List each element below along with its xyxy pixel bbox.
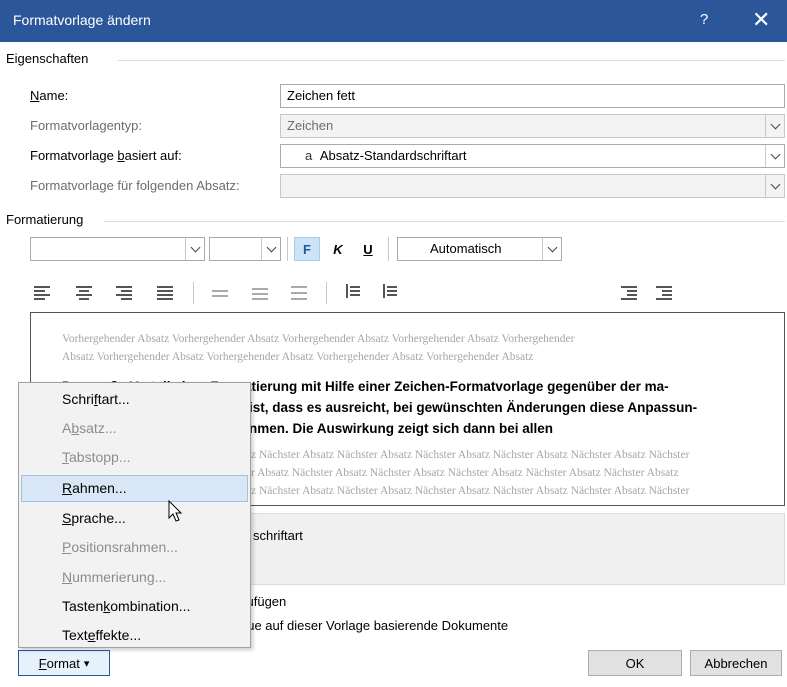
cancel-button[interactable]: Abbrechen <box>690 650 782 676</box>
menu-item-nummerierung[interactable]: Nummerierung... <box>21 564 248 591</box>
format-button-key: F <box>38 655 47 671</box>
preview-previous-line: Absatz Vorhergehender Absatz Vorhergehen… <box>62 351 534 363</box>
name-label-key: N <box>30 88 40 103</box>
format-button-label: ormat <box>46 655 80 671</box>
menu-item-tabstopp[interactable]: Tabstopp... <box>21 444 248 471</box>
dialog-title: Formatvorlage ändern <box>13 12 151 28</box>
menu-item-absatz[interactable]: Absatz... <box>21 415 248 442</box>
underline-button[interactable]: U <box>356 237 380 261</box>
format-menu: Schriftart... Absatz... Tabstopp... Rahm… <box>18 382 251 648</box>
menu-item-texteffekte[interactable]: Texteffekte... <box>21 622 248 649</box>
toolbar-separator <box>193 282 194 304</box>
section-divider <box>104 221 785 222</box>
name-label: Name: <box>30 88 68 103</box>
font-select[interactable] <box>30 237 205 261</box>
chevron-down-icon <box>765 115 784 137</box>
section-divider <box>118 60 785 61</box>
new-docs-option[interactable]: eue auf dieser Vorlage basierende Dokume… <box>240 618 508 633</box>
help-button[interactable]: ? <box>700 11 708 28</box>
based-on-select[interactable]: a Absatz-Standardschriftart <box>280 144 785 168</box>
close-button[interactable]: ✕ <box>752 6 770 34</box>
menu-item-rahmen[interactable]: Rahmen... <box>21 475 248 502</box>
preview-sample-line: ist, dass es ausreicht, bei gewünschten … <box>249 400 698 415</box>
chevron-down-icon <box>261 238 280 260</box>
toolbar-separator <box>326 282 327 304</box>
type-label: Formatvorlagentyp: <box>30 118 142 133</box>
name-label-rest: ame: <box>39 88 69 103</box>
preview-next-line: z Nächster Absatz Nächster Absatz Nächst… <box>251 485 690 497</box>
based-on-value: Absatz-Standardschriftart <box>319 148 467 163</box>
menu-item-tastenkombination[interactable]: Tastenkombination... <box>21 593 248 620</box>
based-on-label: Formatvorlage basiert auf: <box>30 148 182 163</box>
dropdown-arrow-icon: ▾ <box>83 657 90 670</box>
bold-button[interactable]: F <box>294 237 320 261</box>
menu-item-sprache[interactable]: Sprache... <box>21 505 248 532</box>
color-value: Automatisch <box>430 241 502 256</box>
align-left-icon[interactable] <box>34 286 50 300</box>
indent-increase-icon[interactable] <box>656 286 672 300</box>
preview-next-line: z Nächster Absatz Nächster Absatz Nächst… <box>251 449 690 461</box>
format-button[interactable]: Format ▾ <box>18 650 110 676</box>
italic-button[interactable]: K <box>326 237 350 261</box>
line-spacing-onehalf-icon[interactable] <box>252 286 268 300</box>
align-right-icon[interactable] <box>116 286 132 300</box>
type-value: Zeichen <box>287 118 334 133</box>
chevron-down-icon <box>542 238 561 260</box>
following-select[interactable] <box>280 174 785 198</box>
following-label: Formatvorlage für folgenden Absatz: <box>30 178 240 193</box>
chevron-down-icon <box>765 145 784 167</box>
align-justify-icon[interactable] <box>157 286 173 300</box>
preview-previous-line: Vorhergehender Absatz Vorhergehender Abs… <box>62 333 575 345</box>
align-center-icon[interactable] <box>76 286 92 300</box>
mouse-cursor-icon <box>168 500 183 522</box>
description-text: schriftart <box>253 528 303 543</box>
section-eigenschaften: Eigenschaften <box>6 51 89 66</box>
color-select[interactable]: Automatisch <box>397 237 562 261</box>
section-formatierung: Formatierung <box>6 212 84 227</box>
ok-button[interactable]: OK <box>588 650 682 676</box>
toolbar-separator <box>388 237 389 261</box>
space-before-decrease-icon[interactable] <box>381 284 397 298</box>
line-spacing-single-icon[interactable] <box>212 286 228 300</box>
name-field[interactable]: Zeichen fett <box>280 84 785 108</box>
indent-decrease-icon[interactable] <box>621 286 637 300</box>
menu-item-positionsrahmen[interactable]: Positionsrahmen... <box>21 534 248 561</box>
toolbar-separator <box>287 237 288 261</box>
space-before-increase-icon[interactable] <box>344 284 360 298</box>
preview-next-line: r Absatz Nächster Absatz Nächster Absatz… <box>251 467 679 479</box>
type-select[interactable]: Zeichen <box>280 114 785 138</box>
chevron-down-icon <box>185 238 204 260</box>
preview-sample-line: nmen. Die Auswirkung zeigt sich dann bei… <box>249 421 554 436</box>
menu-item-schriftart[interactable]: Schriftart... <box>21 386 248 413</box>
size-select[interactable] <box>209 237 281 261</box>
title-bar: Formatvorlage ändern ? ✕ <box>0 0 787 42</box>
chevron-down-icon <box>765 175 784 197</box>
char-style-icon: a <box>305 148 313 163</box>
line-spacing-double-icon[interactable] <box>291 286 307 300</box>
